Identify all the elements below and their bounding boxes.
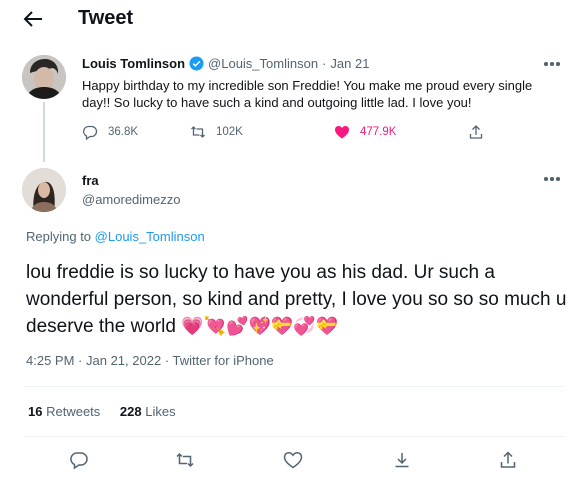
divider	[24, 436, 564, 437]
more-icon[interactable]	[544, 176, 562, 182]
retweet-count: 102K	[216, 126, 243, 138]
author-handle[interactable]: @amoredimezzo	[82, 192, 180, 207]
retweet-button[interactable]: 102K	[190, 124, 243, 140]
avatar[interactable]	[22, 55, 66, 99]
like-button[interactable]: 477.9K	[334, 124, 396, 140]
retweets-stat[interactable]: 16 Retweets	[28, 404, 100, 419]
heart-filled-icon	[335, 126, 349, 139]
page-title: Tweet	[78, 7, 134, 29]
tweet-header: Tweet	[0, 0, 588, 38]
arrow-left-icon[interactable]	[22, 9, 44, 29]
retweets-stat-label: Retweets	[46, 404, 101, 419]
heart-icon	[283, 451, 303, 469]
bookmark-button[interactable]	[392, 450, 412, 470]
separator: ·	[322, 56, 327, 71]
reply-button[interactable]	[69, 450, 89, 470]
tweet-date[interactable]: Jan 21	[330, 56, 369, 71]
author-name[interactable]: Louis Tomlinson	[82, 56, 185, 71]
thread-line	[43, 102, 45, 162]
tweet-author-row: Louis Tomlinson @Louis_Tomlinson · Jan 2…	[82, 56, 369, 71]
tweet-meta: 4:25 PM · Jan 21, 2022 · Twitter for iPh…	[26, 353, 274, 368]
tweet-text: Happy birthday to my incredible son Fred…	[82, 78, 533, 110]
tweet-text: lou freddie is so lucky to have you as h…	[26, 259, 576, 340]
avatar[interactable]	[22, 168, 66, 212]
retweets-stat-count: 16	[28, 404, 43, 419]
retweet-icon	[191, 126, 205, 138]
likes-stat-label: Likes	[145, 404, 176, 419]
share-button[interactable]	[498, 450, 518, 470]
replying-to-label: Replying to	[26, 229, 92, 244]
tweet-source[interactable]: Twitter for iPhone	[173, 353, 274, 368]
like-button[interactable]	[283, 450, 303, 470]
author-handle[interactable]: @Louis_Tomlinson	[208, 56, 318, 71]
retweet-button[interactable]	[175, 450, 195, 470]
share-button[interactable]	[468, 124, 494, 140]
tweet-time[interactable]: 4:25 PM	[26, 353, 74, 368]
share-icon	[469, 125, 483, 139]
likes-stat-count: 228	[119, 404, 142, 419]
reply-icon	[83, 125, 98, 140]
tweet-actions: 36.8K 102K 477.9K	[82, 124, 502, 144]
more-icon[interactable]	[544, 61, 562, 67]
likes-stat[interactable]: 228 Likes	[120, 404, 176, 419]
emoji-hearts: 💗💘💕💖💝💞💝	[181, 316, 339, 336]
author-name[interactable]: fra	[82, 173, 99, 188]
share-icon	[500, 451, 516, 468]
tweet-full-date[interactable]: Jan 21, 2022	[86, 353, 161, 368]
like-count: 477.9K	[360, 126, 397, 138]
reply-tweet-actions	[0, 450, 588, 472]
retweet-icon	[176, 452, 194, 468]
reply-icon	[70, 452, 88, 470]
reply-count: 36.8K	[108, 126, 139, 138]
divider	[24, 386, 564, 387]
tweet-stats: 16 Retweets 228 Likes	[28, 404, 192, 419]
replying-to: Replying to @Louis_Tomlinson	[26, 229, 205, 244]
verified-badge-icon	[189, 56, 204, 71]
replying-to-link[interactable]: @Louis_Tomlinson	[95, 229, 205, 244]
download-icon	[395, 453, 409, 468]
reply-button[interactable]: 36.8K	[82, 124, 138, 140]
